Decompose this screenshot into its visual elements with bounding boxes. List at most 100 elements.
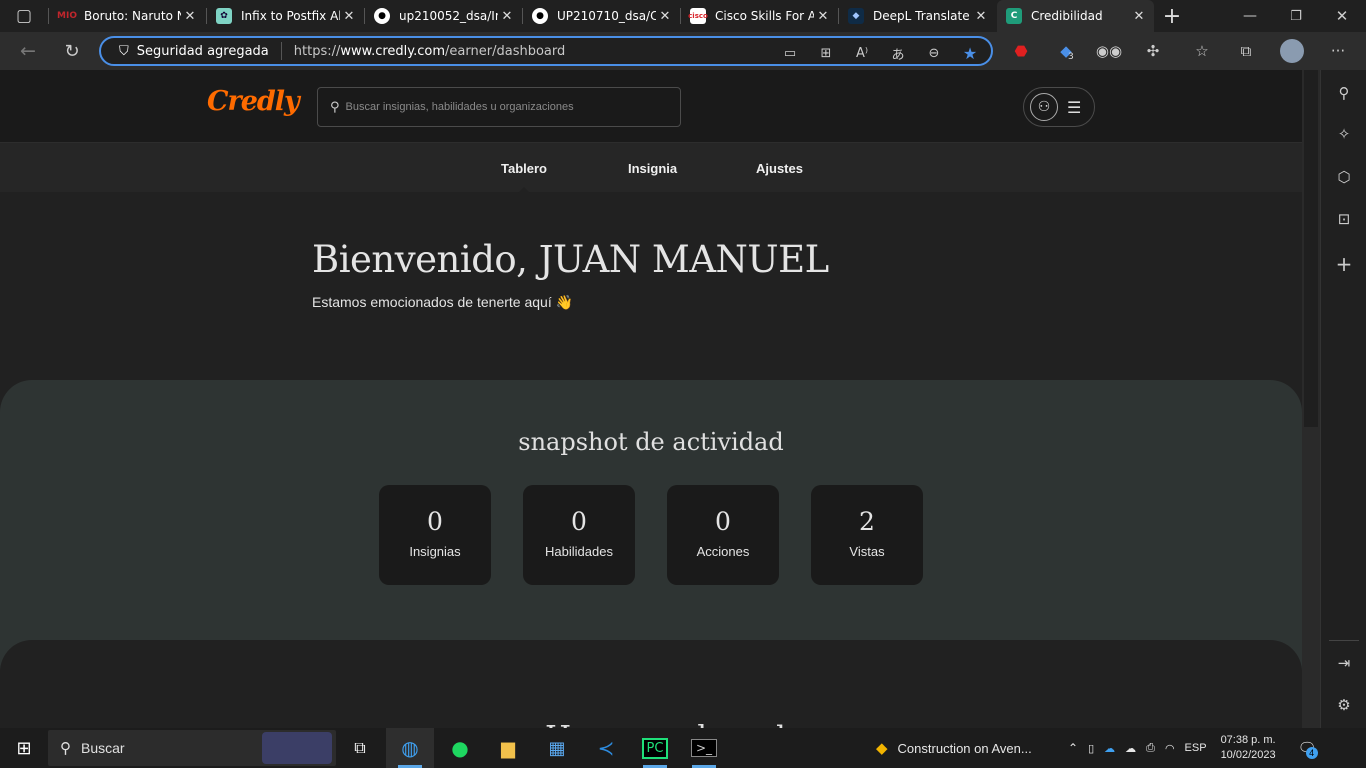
discover-icon[interactable]: ✧ xyxy=(1332,122,1356,146)
terminal-icon: >_ xyxy=(690,739,718,757)
stat-card-badges[interactable]: 0 Insignias xyxy=(379,485,491,585)
scrollbar-thumb[interactable] xyxy=(1304,70,1318,427)
extensions-puzzle-icon[interactable]: ✣ xyxy=(1137,32,1169,70)
address-toolbar: ← ↻ ⛉ Seguridad agregada https://www.cre… xyxy=(0,32,1366,70)
close-icon[interactable]: ✕ xyxy=(1130,9,1148,24)
device-icon[interactable]: ▭ xyxy=(781,44,799,62)
site-security-indicator[interactable]: ⛉ Seguridad agregada xyxy=(101,38,294,64)
credly-page: Credly ⚲ ⚇ ☰ Tablero Insignia Ajustes Bi… xyxy=(0,70,1302,728)
close-icon[interactable]: ✕ xyxy=(340,9,358,24)
nav-insignia[interactable]: Insignia xyxy=(628,143,677,193)
adblock-icon[interactable]: ⬣ xyxy=(1005,32,1037,70)
notification-badge: 4 xyxy=(1305,747,1318,759)
url-text[interactable]: https://www.credly.com/earner/dashboard xyxy=(294,44,565,59)
glasses-extension-icon[interactable]: ◉◉ xyxy=(1093,32,1125,70)
office-icon[interactable]: ⊡ xyxy=(1332,207,1356,231)
extension-icon[interactable]: ◆ 3 xyxy=(1050,32,1082,70)
notifications-icon[interactable]: 🗨4 xyxy=(1298,739,1318,759)
profile-avatar[interactable] xyxy=(1276,32,1308,70)
spotify-app-icon[interactable]: ● xyxy=(436,728,484,768)
stat-label: Vistas xyxy=(849,544,885,559)
edge-app-icon[interactable]: ◍ xyxy=(386,728,434,768)
restore-icon[interactable]: ❐ xyxy=(1280,0,1312,35)
search-icon[interactable]: ⚲ xyxy=(1332,81,1356,105)
close-window-icon[interactable]: ✕ xyxy=(1326,0,1358,35)
nav-tablero[interactable]: Tablero xyxy=(501,143,547,193)
nav-ajustes[interactable]: Ajustes xyxy=(756,143,803,193)
tab-deepl[interactable]: ◆ DeepL Translate - El ✕ xyxy=(839,0,996,32)
deepl-icon: ◆ xyxy=(848,8,864,24)
welcome-heading: Bienvenido, JUAN MANUEL xyxy=(312,238,829,281)
wifi-icon[interactable]: ◠ xyxy=(1165,742,1175,755)
user-menu-button[interactable]: ⚇ ☰ xyxy=(1023,87,1095,127)
add-icon[interactable]: + xyxy=(1332,252,1356,276)
tab-cisco[interactable]: cisco Cisco Skills For All ✕ xyxy=(681,0,838,32)
chevron-up-icon[interactable]: ⌃ xyxy=(1068,741,1078,755)
tab-credly[interactable]: C Credibilidad ✕ xyxy=(997,0,1154,32)
close-icon[interactable]: ✕ xyxy=(814,9,832,24)
task-view-icon[interactable]: ⧉ xyxy=(336,728,384,768)
site-search[interactable]: ⚲ xyxy=(317,87,681,127)
printer-icon[interactable]: ⎙ xyxy=(1146,742,1155,755)
clock[interactable]: 07:38 p. m. 10/02/2023 xyxy=(1221,733,1276,763)
next-section: Have you heard xyxy=(0,640,1302,728)
hide-sidebar-icon[interactable]: ⇥ xyxy=(1332,651,1356,675)
openai-icon: ✿ xyxy=(216,8,232,24)
close-icon[interactable]: ✕ xyxy=(972,9,990,24)
favorite-star-icon[interactable]: ★ xyxy=(961,44,979,63)
close-icon[interactable]: ✕ xyxy=(656,9,674,24)
back-icon[interactable]: ← xyxy=(12,32,44,70)
zoom-out-icon[interactable]: ⊖ xyxy=(925,44,943,62)
phone-icon[interactable]: ▯ xyxy=(1088,742,1094,755)
language-indicator[interactable]: ESP xyxy=(1185,742,1207,754)
tab-title: up210052_dsa/Infix xyxy=(399,9,498,23)
dashboard-nav: Tablero Insignia Ajustes xyxy=(0,142,1302,193)
credly-icon: C xyxy=(1006,8,1022,24)
tab-github-up210052[interactable]: ● up210052_dsa/Infix ✕ xyxy=(365,0,522,32)
tab-separator xyxy=(48,8,49,24)
store-app-icon[interactable]: ▦ xyxy=(533,728,581,768)
activity-snapshot-section: snapshot de actividad 0 Insignias 0 Habi… xyxy=(0,380,1302,670)
settings-more-icon[interactable]: ··· xyxy=(1322,32,1354,70)
taskbar-search[interactable]: ⚲ Buscar xyxy=(48,730,336,766)
mio-icon: MIO xyxy=(57,11,77,21)
stat-card-actions[interactable]: 0 Acciones xyxy=(667,485,779,585)
cloud-error-icon[interactable]: ☁ xyxy=(1125,742,1136,755)
favorites-icon[interactable]: ☆ xyxy=(1186,32,1218,70)
vscode-app-icon[interactable]: ≺ xyxy=(582,728,630,768)
system-tray: ⌃ ▯ ☁ ☁ ⎙ ◠ ESP 07:38 p. m. 10/02/2023 🗨… xyxy=(1068,728,1318,768)
welcome-subtitle: Estamos emocionados de tenerte aquí 👋 xyxy=(312,294,574,310)
minimize-icon[interactable]: — xyxy=(1234,0,1266,35)
pycharm-app-icon[interactable]: PC xyxy=(631,728,679,768)
stat-card-skills[interactable]: 0 Habilidades xyxy=(523,485,635,585)
tools-icon[interactable]: ⬡ xyxy=(1332,165,1356,189)
stat-value: 2 xyxy=(859,507,875,536)
terminal-app-icon[interactable]: >_ xyxy=(680,728,728,768)
credly-logo[interactable]: Credly xyxy=(207,86,300,117)
close-icon[interactable]: ✕ xyxy=(498,9,516,24)
address-bar[interactable]: ⛉ Seguridad agregada https://www.credly.… xyxy=(99,36,993,66)
url-path: /earner/dashboard xyxy=(445,43,566,59)
refresh-icon[interactable]: ↻ xyxy=(56,32,88,70)
start-windows-icon[interactable]: ⊞ xyxy=(0,728,48,768)
search-input[interactable] xyxy=(345,101,666,113)
apps-grid-icon[interactable]: ⊞ xyxy=(817,44,835,62)
snapshot-title: snapshot de actividad xyxy=(518,428,784,456)
weather-text: Construction on Aven... xyxy=(897,740,1032,756)
onedrive-icon[interactable]: ☁ xyxy=(1104,742,1115,755)
read-aloud-icon[interactable]: A⁾ xyxy=(853,44,871,62)
weather-widget[interactable]: ◆ Construction on Aven... xyxy=(876,728,1032,768)
gear-icon[interactable]: ⚙ xyxy=(1332,693,1356,717)
new-tab-icon[interactable]: + xyxy=(1156,0,1188,35)
tab-title: Cisco Skills For All xyxy=(715,9,814,23)
close-icon[interactable]: ✕ xyxy=(181,9,199,24)
tab-infix-postfix[interactable]: ✿ Infix to Postfix Algorithm ✕ xyxy=(207,0,364,32)
tab-actions-icon[interactable]: ▢ xyxy=(8,0,40,35)
tab-boruto[interactable]: MIO Boruto: Naruto Next ✕ xyxy=(50,0,205,32)
translate-icon[interactable]: あ xyxy=(889,44,907,63)
active-tab-indicator xyxy=(518,187,530,193)
file-explorer-icon[interactable]: ▆ xyxy=(484,728,532,768)
tab-github-up210710[interactable]: ● UP210710_dsa/Code ✕ xyxy=(523,0,680,32)
stat-card-views[interactable]: 2 Vistas xyxy=(811,485,923,585)
collections-icon[interactable]: ⧉ xyxy=(1230,32,1262,70)
